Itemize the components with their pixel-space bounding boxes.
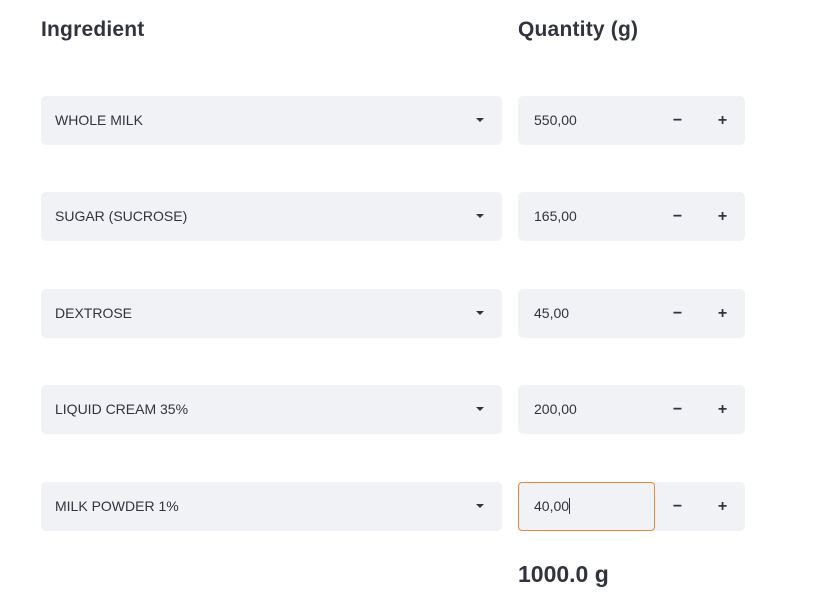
- ingredient-header: Ingredient: [41, 18, 145, 41]
- increment-button[interactable]: +: [700, 289, 745, 338]
- ingredient-select[interactable]: LIQUID CREAM 35%: [41, 385, 502, 434]
- quantity-input[interactable]: 200,00: [518, 385, 655, 434]
- caret-down-icon: [476, 118, 484, 122]
- caret-down-icon: [476, 311, 484, 315]
- ingredient-select-value: SUGAR (SUCROSE): [55, 208, 188, 224]
- decrement-button[interactable]: −: [655, 192, 700, 241]
- ingredient-select[interactable]: WHOLE MILK: [41, 96, 502, 145]
- ingredient-row: SUGAR (SUCROSE) 165,00 − +: [0, 192, 830, 241]
- ingredient-row: LIQUID CREAM 35% 200,00 − +: [0, 385, 830, 434]
- caret-down-icon: [476, 214, 484, 218]
- quantity-input[interactable]: 165,00: [518, 192, 655, 241]
- quantity-input-value: 40,00: [534, 498, 570, 514]
- decrement-button[interactable]: −: [655, 289, 700, 338]
- increment-button[interactable]: +: [700, 96, 745, 145]
- caret-down-icon: [476, 504, 484, 508]
- quantity-input[interactable]: 45,00: [518, 289, 655, 338]
- ingredient-select[interactable]: MILK POWDER 1%: [41, 482, 502, 531]
- quantity-stepper: 550,00 − +: [518, 96, 745, 145]
- increment-button[interactable]: +: [700, 482, 745, 531]
- ingredient-select-value: DEXTROSE: [55, 305, 133, 321]
- ingredient-row: MILK POWDER 1% 40,00 − +: [0, 482, 830, 531]
- ingredient-select-value: MILK POWDER 1%: [55, 498, 179, 514]
- caret-down-icon: [476, 407, 484, 411]
- decrement-button[interactable]: −: [655, 96, 700, 145]
- text-cursor: [569, 498, 571, 514]
- quantity-stepper: 165,00 − +: [518, 192, 745, 241]
- quantity-header: Quantity (g): [518, 18, 639, 41]
- quantity-stepper: 200,00 − +: [518, 385, 745, 434]
- ingredient-row: WHOLE MILK 550,00 − +: [0, 96, 830, 145]
- total-quantity: 1000.0 g: [518, 561, 609, 587]
- quantity-stepper: 40,00 − +: [518, 482, 745, 531]
- increment-button[interactable]: +: [700, 385, 745, 434]
- quantity-input[interactable]: 550,00: [518, 96, 655, 145]
- decrement-button[interactable]: −: [655, 385, 700, 434]
- quantity-stepper: 45,00 − +: [518, 289, 745, 338]
- ingredient-select-value: LIQUID CREAM 35%: [55, 401, 189, 417]
- ingredient-row: DEXTROSE 45,00 − +: [0, 289, 830, 338]
- quantity-input-focused[interactable]: 40,00: [518, 482, 655, 531]
- ingredient-select[interactable]: DEXTROSE: [41, 289, 502, 338]
- decrement-button[interactable]: −: [655, 482, 700, 531]
- ingredient-select-value: WHOLE MILK: [55, 112, 143, 128]
- increment-button[interactable]: +: [700, 192, 745, 241]
- ingredient-select[interactable]: SUGAR (SUCROSE): [41, 192, 502, 241]
